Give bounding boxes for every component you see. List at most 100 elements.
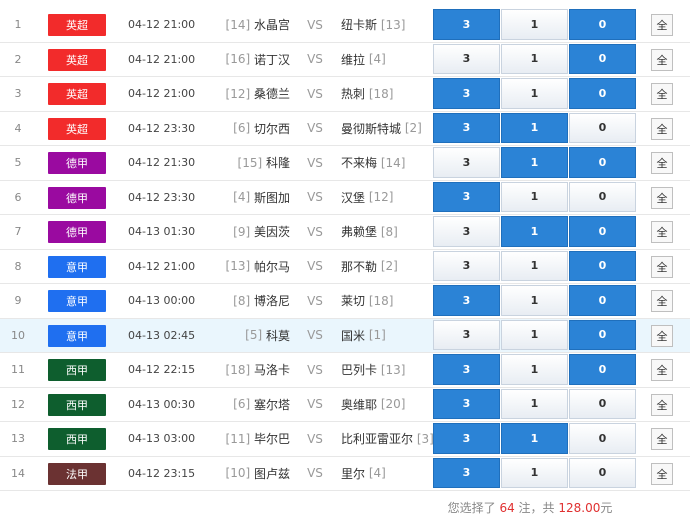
select-all-button[interactable]: 全	[651, 14, 673, 36]
vs-label: VS	[307, 86, 323, 101]
option-loss-button[interactable]: 0	[569, 9, 636, 40]
home-team-name: 马洛卡	[253, 363, 290, 378]
match-time: 04-12 21:00	[128, 87, 196, 101]
home-team-name: 博洛尼	[253, 294, 290, 309]
home-team: [9] 美因茨	[200, 215, 290, 249]
away-team-name: 那不勒	[341, 259, 378, 274]
home-team: [12] 桑德兰	[200, 77, 290, 111]
league-badge: 西甲	[48, 359, 106, 381]
match-number: 12	[11, 397, 25, 411]
vs-label: VS	[307, 466, 323, 481]
vs-label: VS	[307, 224, 323, 239]
away-team-name: 纽卡斯	[341, 18, 378, 33]
away-rank: [1]	[368, 328, 386, 343]
option-loss-button[interactable]: 0	[569, 181, 636, 212]
away-team-name: 热刺	[341, 87, 366, 102]
option-draw-button[interactable]: 1	[501, 9, 568, 40]
option-draw-button[interactable]: 1	[501, 457, 568, 488]
option-loss-button[interactable]: 0	[569, 319, 636, 350]
home-team-name: 塞尔塔	[253, 397, 290, 412]
option-draw-button[interactable]: 1	[501, 319, 568, 350]
option-draw-button[interactable]: 1	[501, 354, 568, 385]
option-draw-button[interactable]: 1	[501, 423, 568, 454]
match-time: 04-12 23:30	[128, 190, 196, 204]
home-rank: [6]	[233, 397, 251, 412]
option-draw-button[interactable]: 1	[501, 250, 568, 281]
league-badge: 西甲	[48, 428, 106, 450]
select-all-button[interactable]: 全	[651, 462, 673, 485]
select-all-button[interactable]: 全	[651, 221, 673, 243]
select-all-button[interactable]: 全	[651, 324, 673, 347]
select-all-button[interactable]: 全	[651, 255, 673, 278]
option-win-button[interactable]: 3	[433, 78, 500, 109]
select-all-button[interactable]: 全	[651, 428, 673, 450]
option-loss-button[interactable]: 0	[569, 112, 636, 143]
option-loss-button[interactable]: 0	[569, 423, 636, 454]
match-number: 1	[14, 18, 22, 32]
home-team-name: 科隆	[265, 156, 290, 171]
option-win-button[interactable]: 3	[433, 423, 500, 454]
option-draw-button[interactable]: 1	[501, 147, 568, 178]
league-badge: 英超	[48, 48, 106, 71]
option-loss-button[interactable]: 0	[569, 78, 636, 109]
option-draw-button[interactable]: 1	[501, 112, 568, 143]
option-loss-button[interactable]: 0	[569, 250, 636, 281]
match-number: 13	[11, 432, 25, 446]
away-team-name: 奥维耶	[341, 397, 378, 412]
vs-label: VS	[307, 155, 323, 170]
match-time: 04-12 21:00	[128, 18, 196, 32]
away-rank: [4]	[368, 52, 386, 67]
option-loss-button[interactable]: 0	[569, 388, 636, 419]
vs-label: VS	[307, 190, 323, 205]
league-badge: 意甲	[48, 255, 106, 278]
home-team-name: 切尔西	[253, 121, 290, 136]
away-team: 纽卡斯 [13]	[341, 8, 433, 42]
home-rank: [5]	[245, 328, 263, 343]
option-loss-button[interactable]: 0	[569, 285, 636, 316]
option-draw-button[interactable]: 1	[501, 43, 568, 74]
option-loss-button[interactable]: 0	[569, 147, 636, 178]
away-team: 莱切 [18]	[341, 284, 433, 318]
bet-count: 64	[499, 501, 515, 515]
option-draw-button[interactable]: 1	[501, 181, 568, 212]
home-team-name: 诺丁汉	[253, 52, 290, 67]
away-rank: [4]	[368, 466, 386, 481]
option-win-button[interactable]: 3	[433, 216, 500, 247]
option-loss-button[interactable]: 0	[569, 457, 636, 488]
select-all-button[interactable]: 全	[651, 393, 673, 416]
option-loss-button[interactable]: 0	[569, 43, 636, 74]
option-win-button[interactable]: 3	[433, 147, 500, 178]
select-all-button[interactable]: 全	[651, 359, 673, 381]
option-win-button[interactable]: 3	[433, 9, 500, 40]
away-team-name: 不来梅	[341, 156, 378, 171]
option-win-button[interactable]: 3	[433, 285, 500, 316]
option-loss-button[interactable]: 0	[569, 354, 636, 385]
option-draw-button[interactable]: 1	[501, 388, 568, 419]
option-draw-button[interactable]: 1	[501, 78, 568, 109]
select-all-button[interactable]: 全	[651, 152, 673, 174]
select-all-button[interactable]: 全	[651, 117, 673, 140]
option-win-button[interactable]: 3	[433, 181, 500, 212]
select-all-button[interactable]: 全	[651, 290, 673, 312]
select-all-button[interactable]: 全	[651, 48, 673, 71]
match-row: 2 英超 04-12 21:00 [16] 诺丁汉 VS 维拉 [4] 3 1 0 全	[0, 42, 690, 77]
option-loss-button[interactable]: 0	[569, 216, 636, 247]
option-win-button[interactable]: 3	[433, 354, 500, 385]
option-win-button[interactable]: 3	[433, 319, 500, 350]
option-win-button[interactable]: 3	[433, 457, 500, 488]
option-draw-button[interactable]: 1	[501, 216, 568, 247]
home-team: [8] 博洛尼	[200, 284, 290, 318]
option-win-button[interactable]: 3	[433, 112, 500, 143]
option-win-button[interactable]: 3	[433, 250, 500, 281]
home-team: [16] 诺丁汉	[200, 43, 290, 77]
away-team: 弗赖堡 [8]	[341, 215, 433, 249]
option-win-button[interactable]: 3	[433, 388, 500, 419]
league-badge: 英超	[48, 83, 106, 105]
option-draw-button[interactable]: 1	[501, 285, 568, 316]
option-win-button[interactable]: 3	[433, 43, 500, 74]
home-team: [10] 图卢兹	[200, 457, 290, 491]
away-rank: [12]	[368, 190, 394, 205]
match-row: 13 西甲 04-13 03:00 [11] 毕尔巴 VS 比利亚雷亚尔 [3] 3 1 0 全	[0, 422, 690, 457]
select-all-button[interactable]: 全	[651, 186, 673, 209]
select-all-button[interactable]: 全	[651, 83, 673, 105]
